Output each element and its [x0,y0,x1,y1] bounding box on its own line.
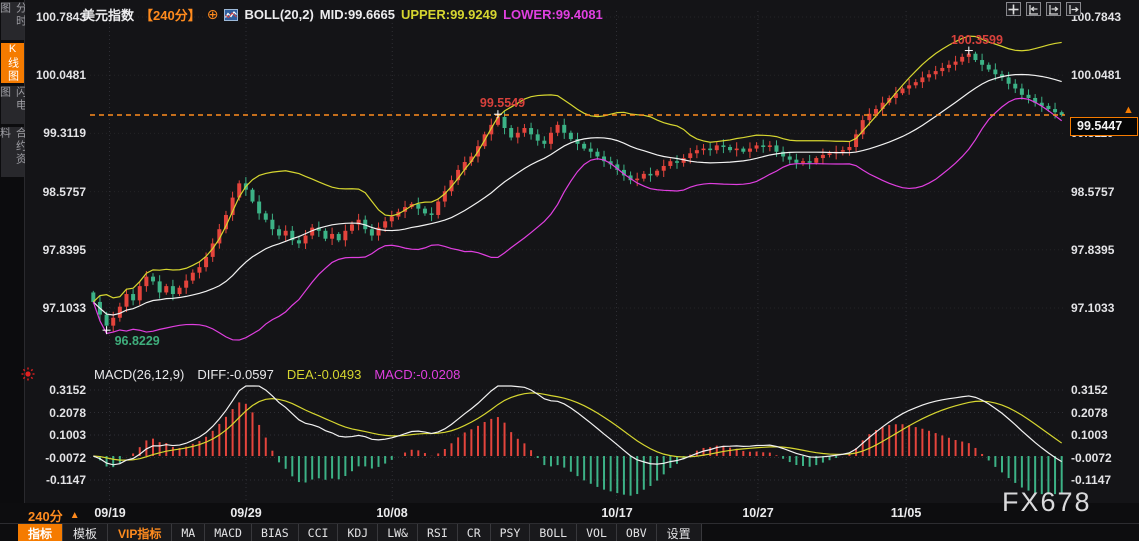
high-price-annotation: 100.3599 [950,32,1003,47]
y-axis-label: 97.1033 [1071,301,1115,315]
remove-indicator-icon[interactable]: ⊕ [207,6,219,23]
high-price-annotation: 99.5549 [479,96,526,111]
macd-axis-label: 0.2078 [49,406,86,420]
macd-axis-label: -0.1147 [1071,473,1112,487]
boll-mid-value: MID:99.6665 [319,7,395,22]
fx678-watermark: FX678 [1002,487,1092,517]
toolbar-boll-button[interactable]: BOLL [530,524,578,541]
y-axis-label: 99.3119 [43,126,86,140]
macd-axis-label: 0.1003 [1071,428,1108,442]
price-macd-plot[interactable] [25,0,1139,503]
toolbar-vip-indicators-button[interactable]: VIP指标 [108,524,173,541]
macd-axis-label: 0.3152 [1071,383,1108,397]
toolbar-cci-button[interactable]: CCI [298,524,339,541]
x-axis-date: 10/27 [742,506,774,520]
x-axis-date: 09/19 [94,506,126,520]
trading-app-window: 分时图 K线图 闪电图 合约资料 美元指数 【240分】 ⊕ BOLL(20,2… [0,0,1139,541]
sidebar: 分时图 K线图 闪电图 合约资料 [0,0,27,503]
macd-diff-value: DIFF:-0.0597 [197,367,274,382]
boll-lower-value: LOWER:99.4081 [503,7,603,22]
x-axis-date: 09/29 [230,506,262,520]
y-axis-label: 98.5757 [42,185,86,199]
price-flag-icon: ▲ [1123,104,1134,116]
toolbar-lw-button[interactable]: LW& [378,524,418,541]
toolbar-ma-button[interactable]: MA [172,524,206,541]
y-axis-label: 98.5757 [1071,185,1115,199]
macd-axis-label: -0.0072 [45,451,86,465]
compress-left-icon[interactable] [1026,2,1041,16]
toolbar-macd-button[interactable]: MACD [205,524,252,541]
boll-indicator-label: BOLL(20,2) [244,7,314,22]
sidebar-tab-contract-info[interactable]: 合约资料 [0,127,27,177]
sidebar-tab-flash-chart[interactable]: 闪电图 [0,86,27,124]
sidebar-tab-kline-chart[interactable]: K线图 [1,43,24,83]
toolbar-bias-button[interactable]: BIAS [251,524,299,541]
pop-out-icon[interactable] [1066,2,1081,16]
macd-dea-value: DEA:-0.0493 [286,367,362,382]
period-badge: 【240分】 [140,8,201,23]
indicator-toolbar: 指标 模板 VIP指标 MA MACD BIAS CCI KDJ LW& RSI… [0,523,1139,541]
chart-control-buttons [1006,2,1081,16]
chart-canvas[interactable]: 美元指数 【240分】 ⊕ BOLL(20,2) MID:99.6665 UPP… [25,0,1139,503]
compress-right-icon[interactable] [1046,2,1061,16]
y-axis-label: 97.8395 [42,243,86,257]
macd-axis-label: -0.0072 [1071,451,1112,465]
x-axis-date: 10/17 [601,506,633,520]
x-axis-row: 240分 ▲ 09/19 09/29 10/08 10/17 10/27 11/… [0,503,1139,524]
toolbar-cr-button[interactable]: CR [457,524,491,541]
macd-axis-label: -0.1147 [45,473,86,487]
macd-axis-label: 0.1003 [49,428,86,442]
y-axis-label: 100.0481 [35,68,86,82]
sidebar-tab-time-chart[interactable]: 分时图 [0,2,27,40]
toolbar-vol-button[interactable]: VOL [577,524,617,541]
crosshair-move-icon[interactable] [1006,2,1021,16]
macd-axis-label: 0.2078 [1071,406,1108,420]
toolbar-obv-button[interactable]: OBV [616,524,657,541]
y-axis-label: 100.0481 [1071,68,1122,82]
toolbar-indicators-button[interactable]: 指标 [18,524,64,541]
macd-axis-label: 0.3152 [49,383,86,397]
alarm-icon[interactable] [21,367,35,381]
y-axis-label: 100.7843 [35,10,86,24]
current-price-tag: 99.5447 [1070,117,1138,136]
macd-value: MACD:-0.0208 [374,367,461,382]
toolbar-kdj-button[interactable]: KDJ [338,524,379,541]
toolbar-rsi-button[interactable]: RSI [417,524,458,541]
y-axis-label: 97.8395 [1071,243,1115,257]
x-axis-date: 11/05 [890,506,922,520]
toolbar-settings-button[interactable]: 设置 [656,524,702,541]
chevron-up-icon: ▲ [69,510,80,521]
macd-header: MACD(26,12,9) DIFF:-0.0597 DEA:-0.0493 M… [94,367,460,382]
chart-header: 美元指数 【240分】 ⊕ BOLL(20,2) MID:99.6665 UPP… [82,5,603,24]
symbol-name: 美元指数 [82,8,135,23]
macd-indicator-label: MACD(26,12,9) [94,367,185,382]
toolbar-psy-button[interactable]: PSY [490,524,531,541]
y-axis-label: 97.1033 [42,301,86,315]
low-price-annotation: 96.8229 [114,334,160,349]
toolbar-template-button[interactable]: 模板 [63,524,109,541]
chart-thumbnail-icon [224,8,239,21]
x-axis-date: 10/08 [376,506,408,520]
boll-upper-value: UPPER:99.9249 [400,7,498,22]
